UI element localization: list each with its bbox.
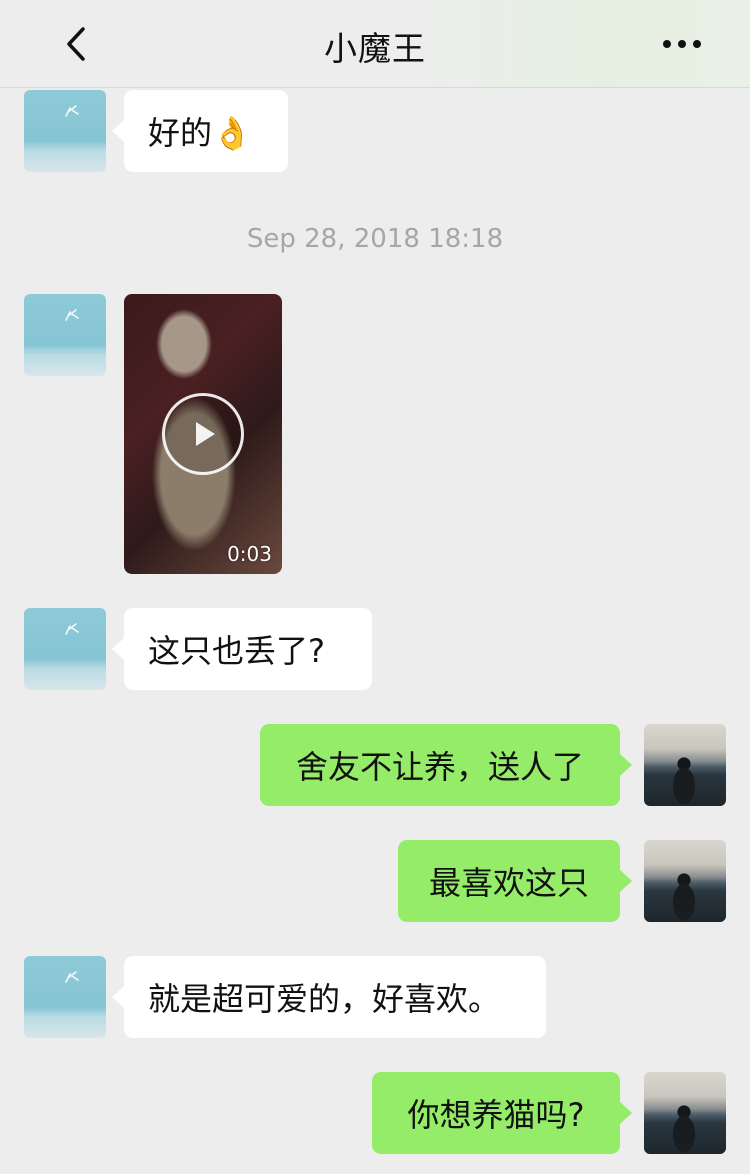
chat-title: 小魔王 (324, 29, 426, 68)
airplane-icon (65, 971, 79, 983)
my-avatar[interactable] (644, 840, 726, 922)
video-duration: 0:03 (227, 542, 272, 566)
airplane-icon (65, 623, 79, 635)
airplane-icon (65, 309, 79, 321)
message-text: 就是超可爱的，好喜欢。 (148, 980, 501, 1018)
my-avatar[interactable] (644, 1072, 726, 1154)
message-bubble[interactable]: 最喜欢这只 (398, 840, 632, 922)
message-bubble[interactable]: 舍友不让养，送人了 (260, 724, 632, 806)
contact-avatar[interactable] (24, 90, 106, 172)
message-text: 这只也丢了? (148, 632, 325, 670)
navigation-bar: 小魔王 (0, 0, 750, 88)
my-avatar[interactable] (644, 724, 726, 806)
video-message[interactable]: 0:03 (124, 294, 282, 574)
contact-avatar[interactable] (24, 956, 106, 1038)
message-bubble[interactable]: 你想养猫吗? (372, 1072, 632, 1154)
more-dots-icon (663, 40, 701, 48)
message-bubble[interactable]: 就是超可爱的，好喜欢。 (112, 956, 546, 1038)
play-icon (196, 422, 215, 446)
airplane-icon (65, 105, 79, 117)
play-button[interactable] (162, 393, 244, 475)
message-text: 最喜欢这只 (428, 864, 589, 902)
contact-avatar[interactable] (24, 608, 106, 690)
message-timestamp: Sep 28, 2018 18:18 (246, 224, 504, 254)
message-bubble[interactable]: 这只也丢了? (112, 608, 372, 690)
contact-avatar[interactable] (24, 294, 106, 376)
message-bubble[interactable]: 好的👌 (112, 90, 288, 172)
message-text: 舍友不让养，送人了 (295, 748, 584, 786)
more-button[interactable] (658, 26, 706, 62)
message-text: 你想养猫吗? (407, 1096, 585, 1134)
message-text: 好的👌 (148, 114, 252, 152)
